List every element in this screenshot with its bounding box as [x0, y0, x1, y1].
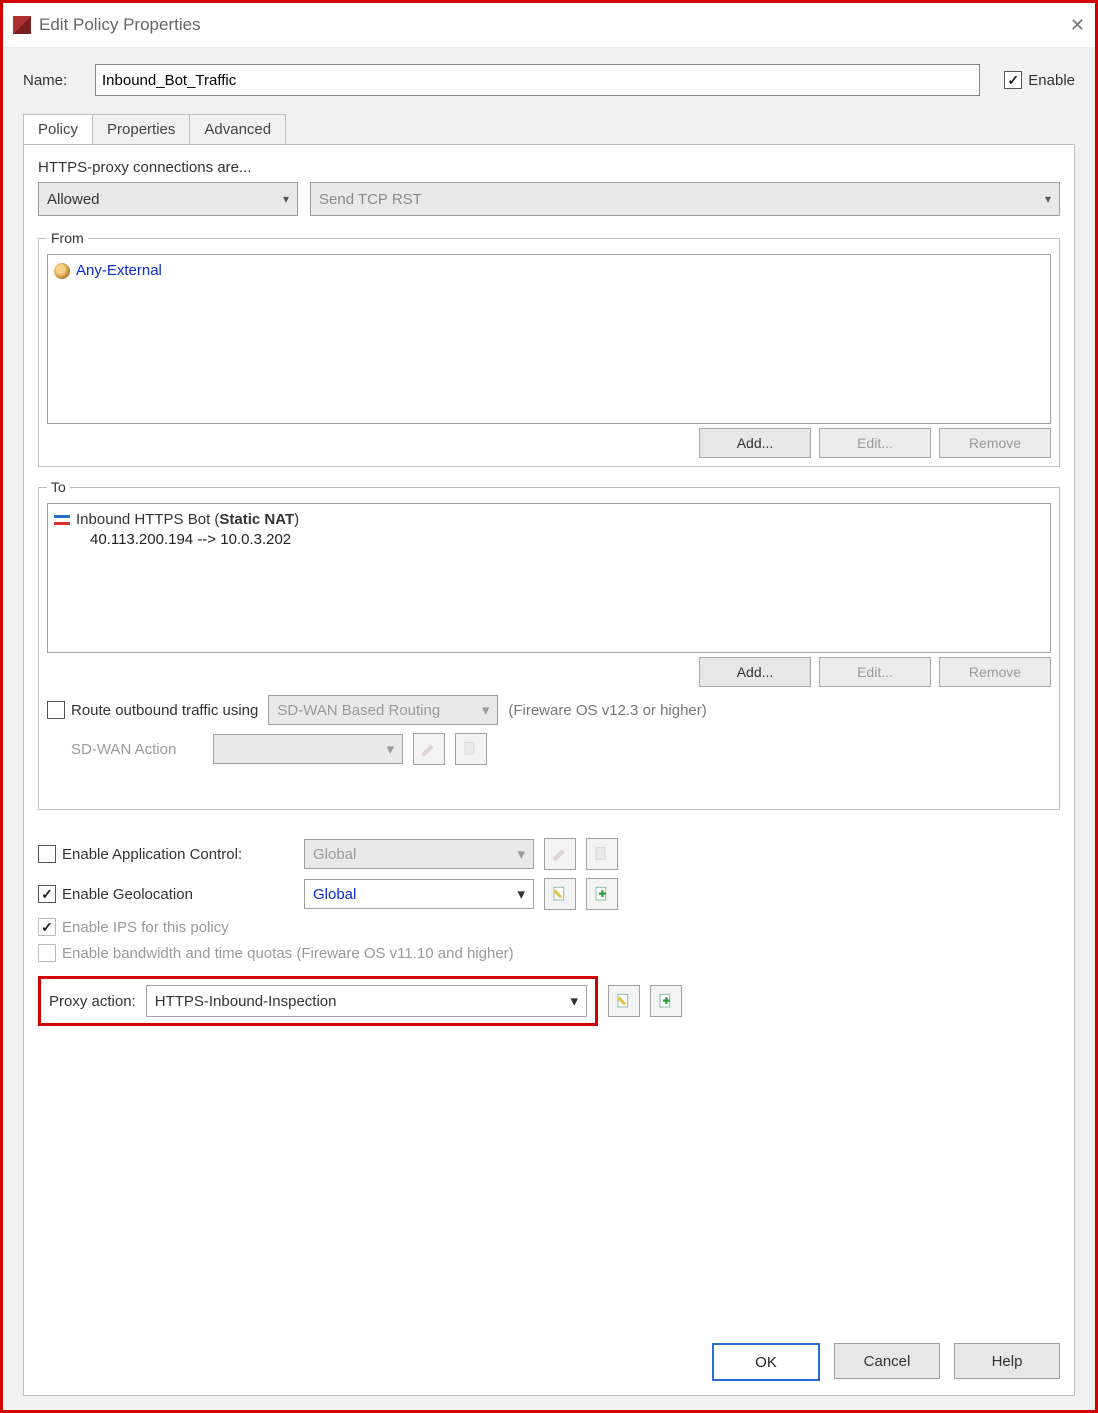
checkbox-icon: [38, 918, 56, 936]
tab-policy[interactable]: Policy: [23, 114, 93, 144]
from-edit-button: Edit...: [819, 428, 931, 458]
to-edit-button: Edit...: [819, 657, 931, 687]
connections-label: HTTPS-proxy connections are...: [38, 159, 1060, 176]
app-control-edit-button: [544, 838, 576, 870]
tab-panel-policy: HTTPS-proxy connections are... Allowed ▾…: [23, 144, 1075, 1396]
to-group: To Inbound HTTPS Bot (Static NAT) 40.113…: [38, 479, 1060, 810]
checkbox-icon: [38, 885, 56, 903]
app-control-new-button: [586, 838, 618, 870]
from-buttons: Add... Edit... Remove: [47, 428, 1051, 458]
window-title: Edit Policy Properties: [39, 15, 201, 35]
new-doc-icon: [593, 845, 611, 863]
chevron-down-icon: ▾: [570, 992, 578, 1010]
alias-icon: [54, 263, 70, 279]
enable-label: Enable: [1028, 72, 1075, 89]
routing-mode-combo: SD-WAN Based Routing ▾: [268, 695, 498, 725]
enable-checkbox[interactable]: Enable: [1004, 71, 1075, 89]
chevron-down-icon: ▾: [386, 740, 394, 758]
name-row: Name: Enable: [23, 64, 1075, 96]
geolocation-combo[interactable]: Global ▾: [304, 879, 534, 909]
list-item[interactable]: Inbound HTTPS Bot (Static NAT) 40.113.20…: [54, 510, 1044, 551]
connections-mode-combo[interactable]: Allowed ▾: [38, 182, 298, 216]
to-remove-button: Remove: [939, 657, 1051, 687]
geolocation-edit-button[interactable]: [544, 878, 576, 910]
ips-row: Enable IPS for this policy: [38, 918, 1060, 936]
proxy-action-row: Proxy action: HTTPS-Inbound-Inspection ▾: [38, 976, 1060, 1026]
ips-checkbox: Enable IPS for this policy: [38, 918, 229, 936]
new-doc-icon: [593, 885, 611, 903]
geolocation-new-button[interactable]: [586, 878, 618, 910]
tab-strip: Policy Properties Advanced: [23, 114, 1075, 144]
route-outbound-row: Route outbound traffic using SD-WAN Base…: [47, 695, 1051, 725]
connections-row: Allowed ▾ Send TCP RST ▾: [38, 182, 1060, 216]
deny-action-combo: Send TCP RST ▾: [310, 182, 1060, 216]
checkbox-icon: [1004, 71, 1022, 89]
app-control-row: Enable Application Control: Global ▾: [38, 838, 1060, 870]
close-icon[interactable]: ✕: [1070, 15, 1085, 36]
to-legend: To: [47, 479, 70, 495]
from-legend: From: [47, 230, 88, 246]
to-listbox[interactable]: Inbound HTTPS Bot (Static NAT) 40.113.20…: [47, 503, 1051, 653]
quotas-row: Enable bandwidth and time quotas (Firewa…: [38, 944, 1060, 962]
sdwan-new-button: [455, 733, 487, 765]
new-doc-icon: [657, 992, 675, 1010]
proxy-action-combo[interactable]: HTTPS-Inbound-Inspection ▾: [146, 985, 587, 1017]
app-control-checkbox[interactable]: Enable Application Control:: [38, 845, 294, 863]
pencil-icon: [551, 885, 569, 903]
options-block: Enable Application Control: Global ▾: [38, 830, 1060, 1034]
app-control-combo: Global ▾: [304, 839, 534, 869]
chevron-down-icon: ▾: [482, 701, 490, 719]
checkbox-icon: [38, 944, 56, 962]
new-doc-icon: [462, 740, 480, 758]
cancel-button[interactable]: Cancel: [834, 1343, 940, 1379]
from-listbox[interactable]: Any-External: [47, 254, 1051, 424]
chevron-down-icon: ▾: [517, 885, 525, 903]
chevron-down-icon: ▾: [283, 192, 289, 206]
sdwan-action-row: SD-WAN Action ▾: [47, 733, 1051, 765]
from-remove-button: Remove: [939, 428, 1051, 458]
help-button[interactable]: Help: [954, 1343, 1060, 1379]
geolocation-row: Enable Geolocation Global ▾: [38, 878, 1060, 910]
routing-note: (Fireware OS v12.3 or higher): [508, 702, 706, 719]
pencil-icon: [551, 845, 569, 863]
geolocation-checkbox[interactable]: Enable Geolocation: [38, 885, 294, 903]
from-group: From Any-External Add... Edit... Remove: [38, 230, 1060, 467]
sdwan-action-label: SD-WAN Action: [71, 741, 203, 758]
chevron-down-icon: ▾: [517, 845, 525, 863]
window-frame: Edit Policy Properties ✕ Name: Enable Po…: [0, 0, 1098, 1413]
to-add-button[interactable]: Add...: [699, 657, 811, 687]
quotas-checkbox: Enable bandwidth and time quotas (Firewa…: [38, 944, 514, 962]
name-label: Name:: [23, 72, 95, 89]
checkbox-icon: [47, 701, 65, 719]
to-buttons: Add... Edit... Remove: [47, 657, 1051, 687]
ok-button[interactable]: OK: [712, 1343, 820, 1381]
titlebar: Edit Policy Properties ✕: [3, 3, 1095, 48]
sdwan-action-combo: ▾: [213, 734, 403, 764]
tab-properties[interactable]: Properties: [92, 114, 190, 144]
proxy-action-new-button[interactable]: [650, 985, 682, 1017]
sdwan-edit-button: [413, 733, 445, 765]
name-input[interactable]: [95, 64, 980, 96]
tab-advanced[interactable]: Advanced: [189, 114, 286, 144]
dialog-buttons: OK Cancel Help: [38, 1343, 1060, 1381]
proxy-action-edit-button[interactable]: [608, 985, 640, 1017]
app-icon: [13, 16, 31, 34]
checkbox-icon: [38, 845, 56, 863]
pencil-icon: [420, 740, 438, 758]
proxy-action-label: Proxy action:: [49, 993, 136, 1010]
chevron-down-icon: ▾: [1045, 192, 1051, 206]
client-area: Name: Enable Policy Properties Advanced …: [3, 48, 1095, 1410]
route-outbound-checkbox[interactable]: Route outbound traffic using: [47, 701, 258, 719]
pencil-icon: [615, 992, 633, 1010]
from-add-button[interactable]: Add...: [699, 428, 811, 458]
proxy-action-highlight: Proxy action: HTTPS-Inbound-Inspection ▾: [38, 976, 598, 1026]
nat-icon: [54, 512, 70, 528]
list-item[interactable]: Any-External: [54, 261, 1044, 281]
